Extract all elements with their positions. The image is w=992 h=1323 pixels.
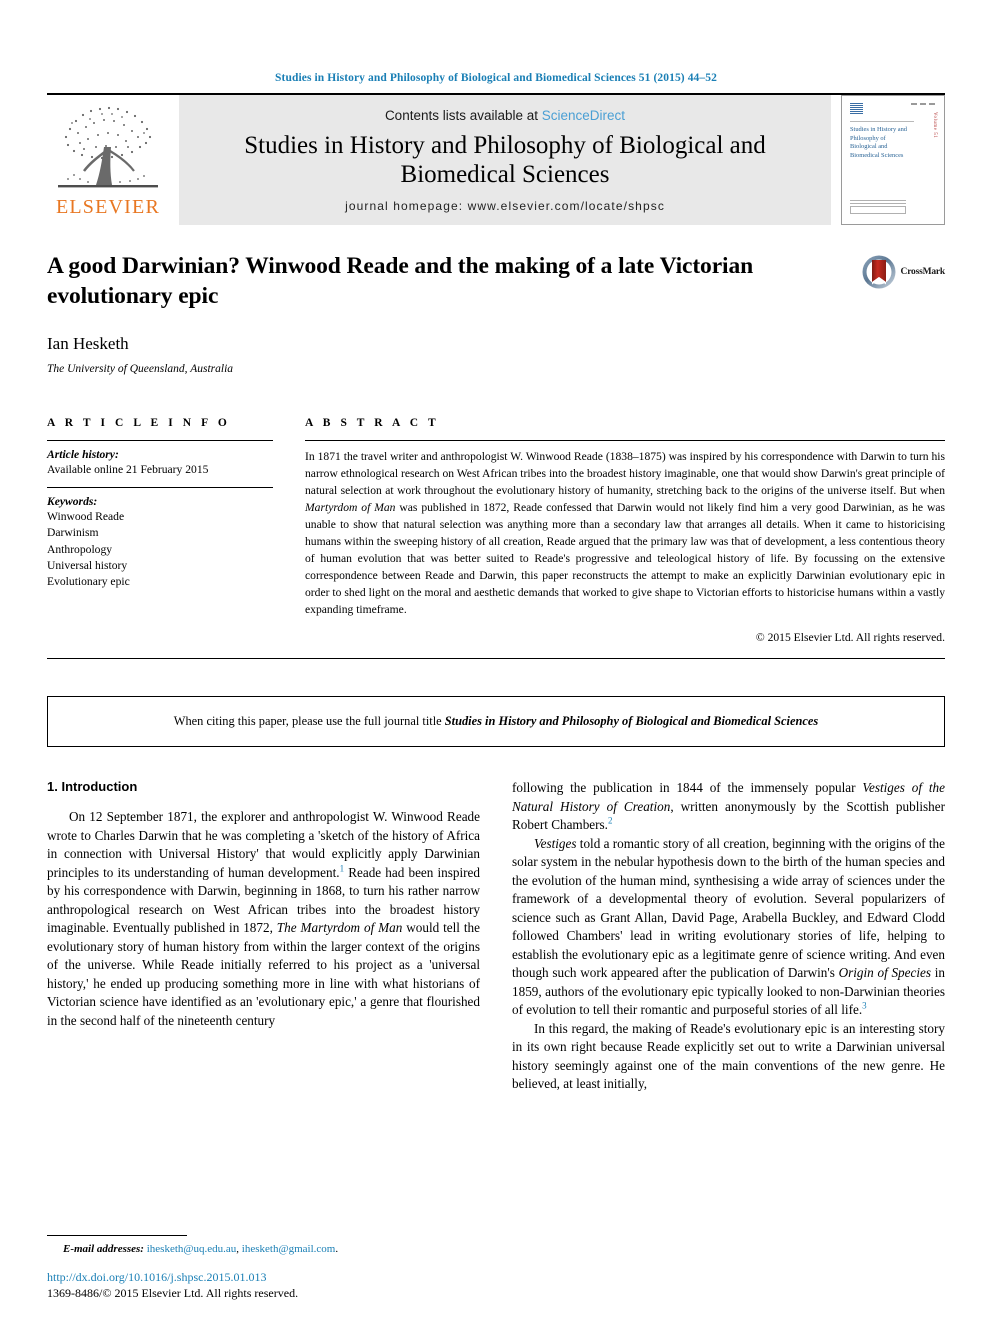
section-heading-introduction: 1. Introduction [47,779,138,795]
email-terminator: . [335,1243,339,1255]
paper-page: Studies in History and Philosophy of Bio… [0,0,992,1323]
keyword-item: Winwood Reade [47,509,125,523]
info-abstract-region: A R T I C L E I N F O Article history: A… [47,417,945,644]
contents-prefix: Contents lists available at [384,107,542,123]
crossmark-label: CrossMark [900,267,946,277]
article-info-column: A R T I C L E I N F O Article history: A… [47,417,305,599]
para-left-1-c: would tell the evolutionary story of hum… [47,920,480,1028]
keyword-item: Evolutionary epic [47,575,130,589]
body-columns: 1. Introduction On 12 September 1871, th… [47,779,945,1093]
para-right-2-italic: Vestiges [534,835,577,851]
email-link-1[interactable]: ihesketh@uq.edu.au [147,1243,237,1255]
author-name: Ian Hesketh [47,334,129,354]
paragraph-right-2: Vestiges told a romantic story of all cr… [512,835,945,1020]
footnote-rule [47,1235,187,1236]
cover-bottom-marks [850,200,906,214]
sciencedirect-link[interactable]: ScienceDirect [542,108,625,123]
elsevier-logo: ELSEVIER [47,95,169,225]
email-link-2[interactable]: ihesketh@gmail.com [242,1243,336,1255]
keyword-item: Anthropology [47,542,113,556]
contents-available-line: Contents lists available at ScienceDirec… [385,108,625,123]
crossmark-icon [862,255,896,289]
footnote-ref-3[interactable]: 3 [862,1001,867,1011]
abstract-italic-martyrdom: Martyrdom of Man [305,500,396,514]
cover-side-text: Volume 51 [932,112,937,139]
abstract-bottom-rule [47,658,945,660]
elsevier-tree-icon [58,106,158,188]
keywords-group: Keywords: Winwood Reade Darwinism Anthro… [47,488,273,599]
citation-notice-box: When citing this paper, please use the f… [47,696,945,748]
body-column-right: following the publication in 1844 of the… [512,779,945,1093]
journal-band: Contents lists available at ScienceDirec… [179,95,831,225]
keyword-item: Universal history [47,559,128,573]
cover-title: Studies in History and Philosophy of Bio… [850,126,907,159]
email-addresses-line: E-mail addresses: ihesketh@uq.edu.au, ih… [47,1243,467,1255]
para-right-2-a: told a romantic story of all creation, b… [512,835,945,981]
footnote-ref-2[interactable]: 2 [608,816,613,826]
cover-topright-marks [911,103,937,105]
article-history-value: Available online 21 February 2015 [47,463,209,477]
article-history-group: Article history: Available online 21 Feb… [47,441,273,486]
abstract-text: In 1871 the travel writer and anthropolo… [305,441,945,618]
author-affiliation: The University of Queensland, Australia [47,363,234,376]
doi-block: http://dx.doi.org/10.1016/j.shpsc.2015.0… [47,1270,527,1301]
paragraph-right-1: following the publication in 1844 of the… [512,779,945,834]
article-history-label: Article history: [47,448,119,462]
abstract-heading: A B S T R A C T [305,417,440,430]
keyword-item: Darwinism [47,526,99,540]
paragraph-left-1: On 12 September 1871, the explorer and a… [47,808,480,1030]
keywords-label: Keywords: [47,494,98,508]
body-column-left: 1. Introduction On 12 September 1871, th… [47,779,480,1093]
running-head: Studies in History and Philosophy of Bio… [275,72,717,84]
abstract-column: A B S T R A C T In 1871 the travel write… [305,417,945,644]
abstract-part-2: was published in 1872, Reade confessed t… [305,500,945,616]
issn-copyright-line: 1369-8486/© 2015 Elsevier Ltd. All right… [47,1286,299,1300]
journal-cover-thumbnail: Studies in History and Philosophy of Bio… [841,95,945,225]
elsevier-wordmark: ELSEVIER [55,196,161,218]
page-title: A good Darwinian? Winwood Reade and the … [47,253,754,309]
journal-homepage-link[interactable]: journal homepage: www.elsevier.com/locat… [345,199,665,213]
citation-notice-journal: Studies in History and Philosophy of Bio… [444,714,819,729]
doi-link[interactable]: http://dx.doi.org/10.1016/j.shpsc.2015.0… [47,1270,527,1285]
cover-rule [850,121,914,122]
title-text-group: A good Darwinian? Winwood Reade and the … [47,252,861,375]
journal-title: Studies in History and Philosophy of Bio… [244,131,766,188]
title-block: A good Darwinian? Winwood Reade and the … [47,252,945,375]
abstract-part-1: In 1871 the travel writer and anthropolo… [305,450,945,498]
para-left-1-italic: The Martyrdom of Man [276,920,403,936]
citation-notice-prefix: When citing this paper, please use the f… [173,714,445,729]
paragraph-right-3: In this regard, the making of Reade's ev… [512,1020,945,1092]
cover-logo-icon [850,103,863,114]
abstract-copyright: © 2015 Elsevier Ltd. All rights reserved… [755,631,945,645]
para-right-1-a: following the publication in 1844 of the… [512,780,863,796]
para-right-2-italic-2: Origin of Species [838,965,932,981]
article-info-heading: A R T I C L E I N F O [47,417,231,430]
crossmark-badge[interactable]: CrossMark [861,252,945,290]
journal-masthead: ELSEVIER Contents lists available at Sci… [47,93,945,225]
footnote-zone: E-mail addresses: ihesketh@uq.edu.au, ih… [47,1235,467,1255]
email-addresses-label: E-mail addresses: [63,1243,144,1255]
